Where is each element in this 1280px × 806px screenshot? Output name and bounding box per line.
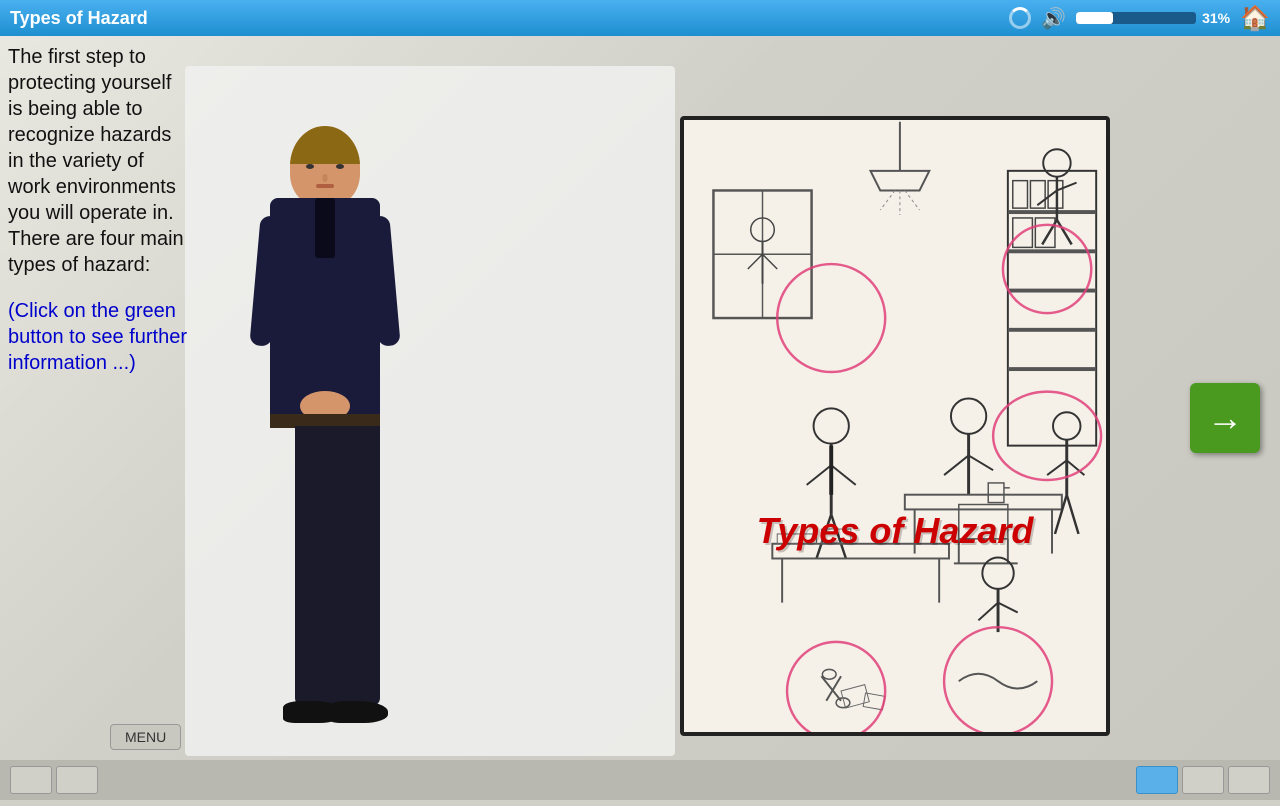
main-body-text: The first step to protecting yourself is… (8, 44, 187, 278)
progress-label: 31% (1202, 10, 1230, 26)
presenter-shoe-right (328, 701, 388, 723)
loader-icon (1009, 7, 1031, 29)
presenter-arms (255, 206, 395, 366)
progress-bar-fill (1076, 12, 1113, 24)
presenter-pants-right (330, 426, 380, 706)
nav-btn-2[interactable] (56, 766, 98, 794)
hazard-image-inner: Types of Hazard (684, 120, 1106, 732)
left-text-panel: The first step to protecting yourself is… (0, 36, 195, 800)
app-header: Types of Hazard 🔊 31% 🏠 (0, 0, 1280, 36)
volume-icon[interactable]: 🔊 (1041, 6, 1066, 31)
next-button[interactable] (1190, 383, 1260, 453)
click-instruction-text: (Click on the green button to see furthe… (8, 298, 187, 376)
presenter-area (185, 66, 465, 806)
header-title: Types of Hazard (10, 8, 999, 29)
hazard-title-overlay: Types of Hazard (757, 510, 1034, 552)
menu-button[interactable]: MENU (110, 724, 181, 750)
nav-btn-active[interactable] (1136, 766, 1178, 794)
nav-btn-3[interactable] (1182, 766, 1224, 794)
nav-btn-1[interactable] (10, 766, 52, 794)
presenter-hair (290, 126, 360, 164)
main-content: The first step to protecting yourself is… (0, 36, 1280, 800)
bottom-navigation (0, 760, 1280, 800)
presenter-head (290, 126, 360, 206)
home-icon[interactable]: 🏠 (1240, 4, 1270, 33)
progress-bar (1076, 12, 1196, 24)
nav-btn-4[interactable] (1228, 766, 1270, 794)
presenter-figure (225, 126, 425, 806)
progress-bar-container: 31% (1076, 10, 1230, 26)
hazard-image-panel: Types of Hazard (680, 116, 1110, 736)
hazard-scene-svg (684, 120, 1106, 732)
